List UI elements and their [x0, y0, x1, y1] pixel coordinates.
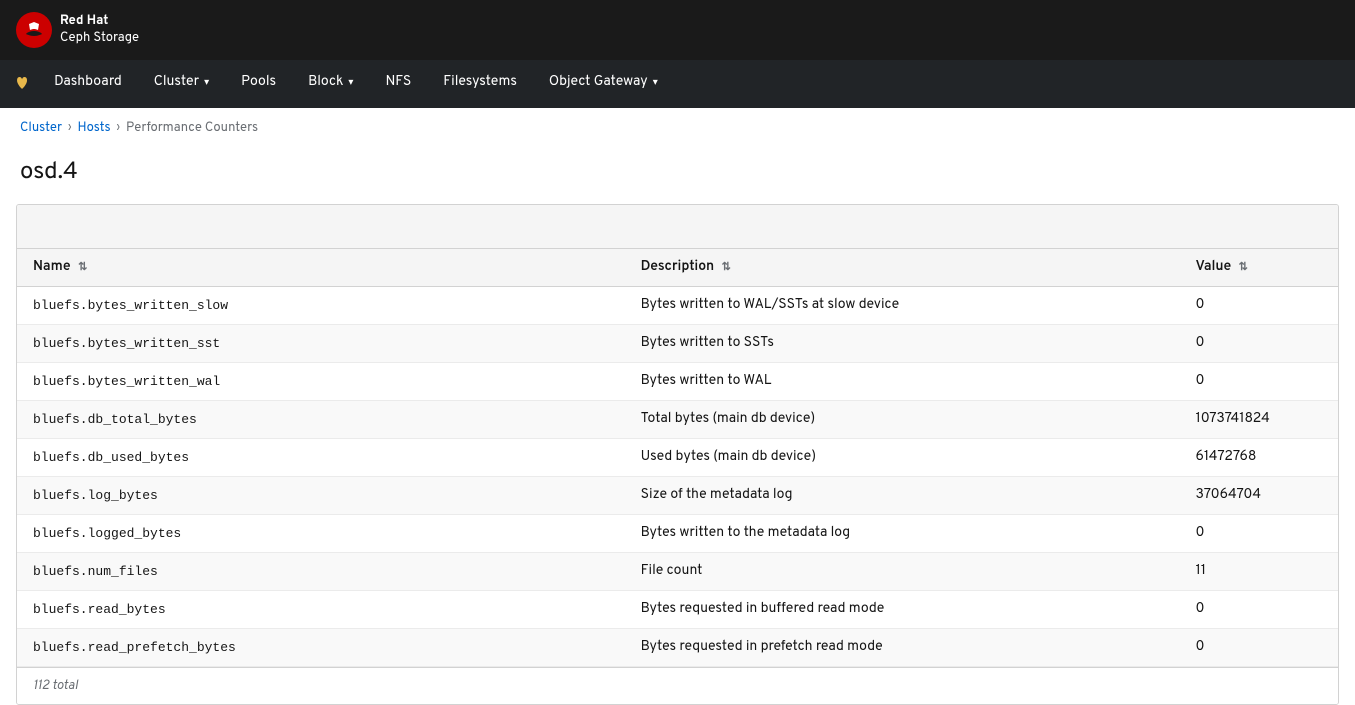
cell-description: Bytes written to WAL	[625, 363, 1180, 401]
val-sort-icon: ⇅	[1239, 260, 1248, 275]
cell-name: bluefs.log_bytes	[17, 477, 625, 515]
col-description[interactable]: Description ⇅	[625, 249, 1180, 287]
nav-filesystems[interactable]: Filesystems	[429, 60, 531, 108]
cell-description: Total bytes (main db device)	[625, 401, 1180, 439]
table-header-row: Name ⇅ Description ⇅ Value ⇅	[17, 249, 1338, 287]
redhat-logo-icon	[16, 12, 52, 48]
table-row: bluefs.bytes_written_walBytes written to…	[17, 363, 1338, 401]
cell-name: bluefs.db_used_bytes	[17, 439, 625, 477]
cell-description: Bytes written to SSTs	[625, 325, 1180, 363]
topbar: Red Hat Ceph Storage	[0, 0, 1355, 60]
table-body: bluefs.bytes_written_slowBytes written t…	[17, 287, 1338, 667]
block-caret-icon: ▾	[348, 76, 353, 89]
breadcrumb-current: Performance Counters	[126, 120, 258, 136]
table-row: bluefs.read_bytesBytes requested in buff…	[17, 591, 1338, 629]
cell-value: 37064704	[1179, 477, 1338, 515]
table-footer: 112 total	[17, 667, 1338, 704]
cell-name: bluefs.read_bytes	[17, 591, 625, 629]
table-row: bluefs.logged_bytesBytes written to the …	[17, 515, 1338, 553]
breadcrumb-sep-2: ›	[117, 121, 120, 135]
table-row: bluefs.db_used_bytesUsed bytes (main db …	[17, 439, 1338, 477]
table-row: bluefs.bytes_written_slowBytes written t…	[17, 287, 1338, 325]
cell-value: 0	[1179, 363, 1338, 401]
brand-subtitle: Ceph Storage	[60, 30, 139, 46]
brand-name: Red Hat	[60, 13, 139, 30]
table-row: bluefs.read_prefetch_bytesBytes requeste…	[17, 629, 1338, 667]
cell-name: bluefs.num_files	[17, 553, 625, 591]
cell-value: 61472768	[1179, 439, 1338, 477]
breadcrumb: Cluster › Hosts › Performance Counters	[0, 108, 1355, 148]
col-value[interactable]: Value ⇅	[1179, 249, 1338, 287]
cell-value: 1073741824	[1179, 401, 1338, 439]
cell-value: 0	[1179, 287, 1338, 325]
cell-value: 0	[1179, 591, 1338, 629]
nav-nfs[interactable]: NFS	[371, 60, 425, 108]
col-name[interactable]: Name ⇅	[17, 249, 625, 287]
counters-table: Name ⇅ Description ⇅ Value ⇅ bluefs.byte…	[17, 249, 1338, 667]
desc-sort-icon: ⇅	[722, 260, 731, 275]
cell-value: 11	[1179, 553, 1338, 591]
cell-value: 0	[1179, 515, 1338, 553]
nav-dashboard[interactable]: Dashboard	[40, 60, 136, 108]
cell-description: Bytes written to the metadata log	[625, 515, 1180, 553]
performance-counters-table: Name ⇅ Description ⇅ Value ⇅ bluefs.byte…	[16, 204, 1339, 705]
object-gateway-caret-icon: ▾	[653, 76, 658, 89]
breadcrumb-cluster[interactable]: Cluster	[20, 120, 62, 136]
table-row: bluefs.bytes_written_sstBytes written to…	[17, 325, 1338, 363]
navbar: ♥ Dashboard Cluster ▾ Pools Block ▾ NFS …	[0, 60, 1355, 108]
table-row: bluefs.log_bytesSize of the metadata log…	[17, 477, 1338, 515]
page-title: osd.4	[0, 148, 1355, 204]
cell-name: bluefs.logged_bytes	[17, 515, 625, 553]
cell-value: 0	[1179, 629, 1338, 667]
cell-description: Bytes written to WAL/SSTs at slow device	[625, 287, 1180, 325]
cell-description: File count	[625, 553, 1180, 591]
cell-name: bluefs.read_prefetch_bytes	[17, 629, 625, 667]
cell-description: Bytes requested in buffered read mode	[625, 591, 1180, 629]
breadcrumb-hosts[interactable]: Hosts	[77, 120, 110, 136]
cell-name: bluefs.bytes_written_sst	[17, 325, 625, 363]
cell-name: bluefs.bytes_written_wal	[17, 363, 625, 401]
cell-description: Bytes requested in prefetch read mode	[625, 629, 1180, 667]
breadcrumb-sep-1: ›	[68, 121, 71, 135]
name-sort-icon: ⇅	[78, 260, 87, 275]
table-row: bluefs.num_filesFile count11	[17, 553, 1338, 591]
table-toolbar	[17, 205, 1338, 249]
nav-object-gateway[interactable]: Object Gateway ▾	[535, 60, 672, 108]
dashboard-heart-icon: ♥	[16, 73, 28, 96]
table-row: bluefs.db_total_bytesTotal bytes (main d…	[17, 401, 1338, 439]
cell-value: 0	[1179, 325, 1338, 363]
cluster-caret-icon: ▾	[204, 76, 209, 89]
cell-description: Used bytes (main db device)	[625, 439, 1180, 477]
cell-description: Size of the metadata log	[625, 477, 1180, 515]
brand: Red Hat Ceph Storage	[16, 12, 139, 48]
cell-name: bluefs.db_total_bytes	[17, 401, 625, 439]
nav-pools[interactable]: Pools	[227, 60, 290, 108]
nav-cluster[interactable]: Cluster ▾	[140, 60, 223, 108]
nav-block[interactable]: Block ▾	[294, 60, 367, 108]
cell-name: bluefs.bytes_written_slow	[17, 287, 625, 325]
